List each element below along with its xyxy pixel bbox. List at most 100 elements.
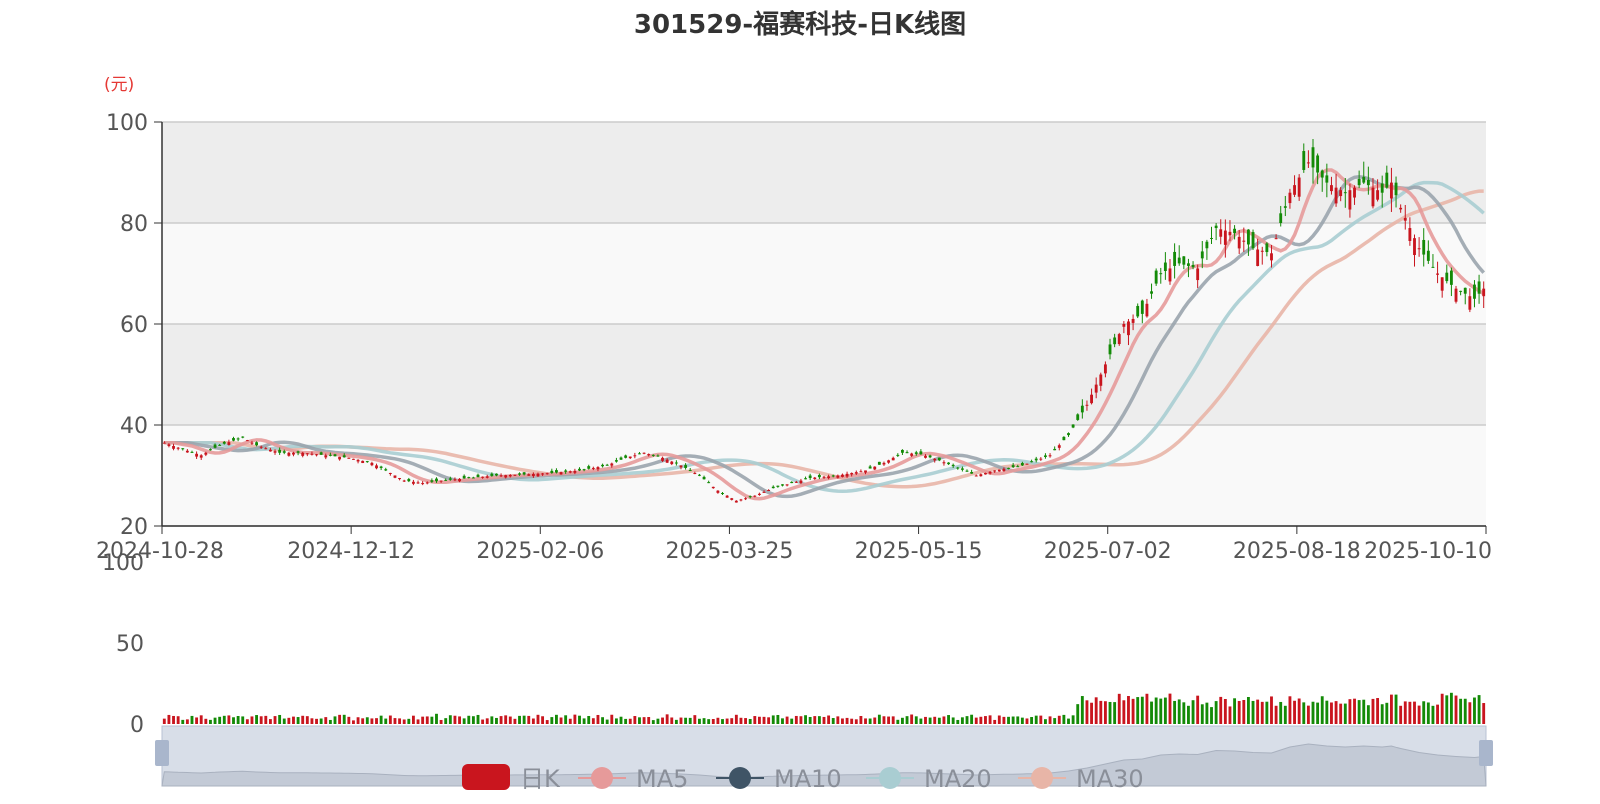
volume-bar [1468, 702, 1472, 724]
candle-body [1366, 180, 1370, 186]
candle-body [1034, 458, 1038, 461]
volume-bar [204, 718, 208, 724]
candle-body [1302, 151, 1306, 170]
volume-bar [1076, 704, 1080, 724]
volume-bar [172, 715, 175, 724]
candle-body [573, 470, 577, 473]
volume-bar [997, 715, 1001, 724]
candle-body [172, 446, 175, 449]
volume-bar [361, 718, 365, 724]
candle-body [1030, 461, 1034, 463]
y-tick-label: 20 [120, 515, 148, 540]
candle-body [1293, 185, 1296, 195]
candle-body [725, 495, 729, 498]
candle-body [656, 455, 660, 457]
volume-bar [315, 718, 318, 724]
background-band [162, 324, 1486, 425]
candle-body [439, 480, 443, 482]
volume-bar [453, 715, 457, 724]
candle-body [582, 469, 586, 471]
volume-bar [541, 716, 545, 724]
volume-bar [245, 719, 249, 724]
volume-bar [1150, 701, 1153, 724]
candle-body [1150, 291, 1153, 294]
candle-body [411, 481, 415, 484]
volume-bar [707, 719, 711, 724]
volume-bar [352, 720, 355, 724]
legend-swatch-dot [729, 767, 751, 789]
candle-body [209, 449, 212, 451]
candle-body [1053, 448, 1057, 451]
candle-body [204, 452, 208, 455]
candle-body [813, 477, 817, 480]
candle-body [495, 473, 498, 476]
candle-body [1117, 334, 1121, 345]
volume-bar [402, 719, 406, 724]
candle-body [1090, 394, 1093, 404]
volume-bar [1145, 693, 1149, 724]
volume-bar [1330, 702, 1333, 724]
candle-body [684, 465, 688, 468]
volume-bar [1163, 697, 1167, 724]
volume-bar [522, 715, 526, 724]
candle-body [1311, 147, 1315, 168]
candle-body [273, 451, 277, 453]
volume-bar [1159, 698, 1163, 724]
candle-body [799, 480, 803, 484]
volume-bar [794, 715, 798, 724]
candle-body [476, 474, 480, 478]
candle-body [831, 475, 835, 477]
candle-body [1062, 436, 1066, 441]
volume-bar [1108, 701, 1112, 724]
volume-bar [573, 714, 577, 724]
volume-bar [859, 715, 863, 724]
candle-body [1173, 251, 1177, 266]
volume-bar [993, 719, 997, 724]
candle-body [1085, 404, 1089, 406]
volume-bar [384, 718, 388, 724]
volume-bar [937, 717, 941, 724]
volume-bar [776, 714, 780, 724]
candle-body [531, 473, 535, 477]
candle-body [845, 473, 849, 477]
volume-bar [1007, 716, 1010, 724]
candle-body [767, 490, 771, 492]
candle-body [1154, 270, 1158, 284]
volume-bar [674, 719, 678, 724]
volume-bar [1283, 705, 1287, 724]
volume-bar [1242, 699, 1246, 724]
candle-body [868, 466, 872, 469]
volume-bar [467, 715, 471, 724]
volume-bar [748, 718, 752, 724]
legend-swatch [462, 764, 510, 790]
volume-bar [1343, 703, 1347, 724]
candle-body [900, 449, 904, 453]
candle-body [370, 462, 374, 466]
candle-body [642, 452, 646, 454]
volume-bar [1020, 717, 1024, 724]
volume-bar [407, 718, 411, 724]
volume-bar [702, 718, 706, 724]
candle-body [804, 478, 807, 480]
candle-body [1477, 281, 1481, 294]
candle-body [1422, 239, 1426, 255]
candle-body [1168, 268, 1172, 282]
volume-bar [1071, 715, 1075, 724]
volume-bar [757, 716, 761, 724]
volume-bar [1067, 718, 1070, 724]
candle-body [388, 472, 392, 474]
candle-body [730, 498, 734, 500]
candle-body [854, 472, 858, 474]
candle-body [564, 470, 568, 472]
volume-bar [914, 716, 918, 724]
volume-bar [596, 714, 600, 724]
volume-bar [1449, 692, 1453, 724]
volume-bar [218, 716, 222, 724]
candle-body [199, 455, 203, 458]
volume-bar [185, 719, 189, 724]
candle-body [601, 464, 604, 467]
candle-body [1071, 424, 1075, 428]
volume-bar [767, 717, 771, 724]
candle-body [887, 460, 891, 463]
candle-body [1094, 384, 1098, 393]
